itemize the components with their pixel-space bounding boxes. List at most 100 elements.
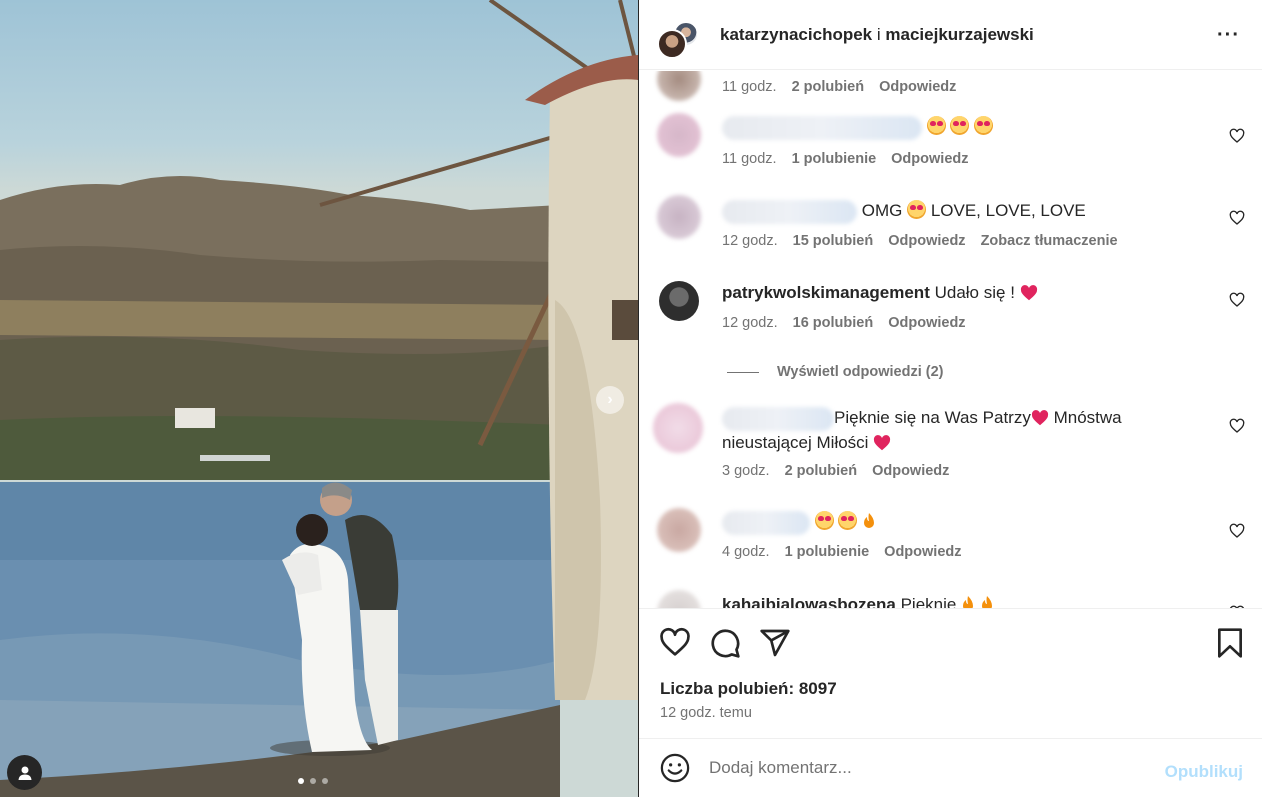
comment-meta: 12 godz. 15 polubień Odpowiedz Zobacz tł… [722,233,1118,249]
comment-body [722,510,1202,535]
comment-username[interactable]: patrykwolskimanagement [722,283,930,302]
comment-time[interactable]: 11 godz. [722,79,777,95]
heart-eyes-emoji-icon [838,511,858,530]
comment-body [722,115,1202,140]
comment-likes[interactable]: 2 polubień [785,463,858,479]
comment-time[interactable]: 12 godz. [722,233,778,249]
comment-time[interactable]: 11 godz. [722,151,777,167]
comment-body: kahaibialowasbozena Pięknie [722,593,1202,608]
fire-emoji-icon [981,596,992,608]
post-timestamp: 12 godz. temu [660,705,752,721]
reply-button[interactable]: Odpowiedz [872,463,949,479]
avatar[interactable] [657,590,701,608]
comment-body: OMG LOVE, LOVE, LOVE [722,199,1202,224]
translate-button[interactable]: Zobacz tłumaczenie [981,233,1118,249]
like-comment-heart-icon[interactable] [1229,128,1245,144]
author-username[interactable]: katarzynacichopek [720,25,872,44]
avatar[interactable] [657,195,701,239]
comment-text-continued: Mnóstwa [1053,408,1122,427]
blurred-username[interactable] [722,510,810,535]
carousel-indicator [298,778,328,784]
blurred-username[interactable] [722,406,834,431]
comments-list[interactable]: 11 godz. 2 polubień Odpowiedz 11 godz. 1… [639,71,1262,608]
reply-button[interactable]: Odpowiedz [888,315,965,331]
user-tag-icon [18,766,31,780]
like-comment-heart-icon[interactable] [1229,523,1245,539]
emoji-icon[interactable] [660,753,690,783]
comment-likes[interactable]: 15 polubień [793,233,874,249]
reply-button[interactable]: Odpowiedz [891,151,968,167]
heart-eyes-emoji-icon [926,116,946,135]
avatar[interactable] [657,113,701,157]
like-comment-heart-icon[interactable] [1229,210,1245,226]
comment-text-continued: nieustającej Miłości [722,432,869,452]
comment-text: Pięknie [900,595,957,608]
comment-text: Udało się ! [934,283,1015,302]
fire-emoji-icon [864,513,875,528]
heart-emoji-icon [1031,410,1048,426]
comment-time[interactable]: 3 godz. [722,463,770,479]
carousel-next-button[interactable]: › [596,386,624,414]
share-icon[interactable] [759,627,791,659]
post-photo[interactable]: › [0,0,638,797]
comment-meta: 11 godz. 2 polubień Odpowiedz [722,79,956,95]
heart-eyes-emoji-icon [950,116,970,135]
comment-icon[interactable] [709,627,741,659]
carousel-dot [310,778,316,784]
reply-button[interactable]: Odpowiedz [879,79,956,95]
like-comment-heart-icon[interactable] [1229,292,1245,308]
heart-eyes-emoji-icon [907,200,927,219]
heart-emoji-icon [874,434,891,450]
add-comment-bar: Opublikuj [639,738,1262,797]
like-comment-heart-icon[interactable] [1229,418,1245,434]
comment-likes[interactable]: 1 polubienie [785,544,870,560]
comment-time[interactable]: 12 godz. [722,315,778,331]
blurred-username[interactable] [722,199,857,224]
comment-text: OMG [861,201,903,220]
comment-meta: 12 godz. 16 polubień Odpowiedz [722,315,966,331]
chevron-right-icon: › [607,391,613,408]
view-replies-button[interactable]: Wyświetl odpowiedzi (2) [727,364,944,380]
tagged-users-button[interactable] [7,755,42,790]
avatar[interactable] [657,508,701,552]
comment-body: patrykwolskimanagement Udało się ! [722,281,1202,304]
replies-line [727,371,759,373]
avatar[interactable] [659,281,699,321]
windmill-photo-scene [0,0,638,797]
publish-button[interactable]: Opublikuj [1165,762,1243,782]
likes-count[interactable]: Liczba polubień: 8097 [660,679,837,699]
comment-likes[interactable]: 2 polubień [792,79,865,95]
avatar[interactable] [653,403,703,453]
comment-likes[interactable]: 16 polubień [793,315,874,331]
reply-button[interactable]: Odpowiedz [888,233,965,249]
comment-body: Pięknie się na Was Patrzy Mnóstwa nieust… [722,406,1202,454]
carousel-dot [322,778,328,784]
comment-likes[interactable]: 1 polubienie [792,151,877,167]
comment-input[interactable] [709,758,1129,778]
post-actions: Liczba polubień: 8097 12 godz. temu [639,608,1262,738]
avatar[interactable] [657,71,701,101]
heart-eyes-emoji-icon [814,511,834,530]
more-options-button[interactable]: ··· [1217,24,1240,47]
carousel-dot-active [298,778,304,784]
collab-avatars[interactable] [657,11,705,59]
avatar [657,28,687,59]
comment-meta: 11 godz. 1 polubienie Odpowiedz [722,151,969,167]
view-replies-label: Wyświetl odpowiedzi (2) [777,364,944,380]
comment-text-continued: LOVE, LOVE, LOVE [930,201,1086,220]
bookmark-icon[interactable] [1214,627,1246,659]
coauthor-username[interactable]: maciejkurzajewski [885,25,1033,44]
comment-username[interactable]: kahaibialowasbozena [722,595,896,608]
post-authors: katarzynacichopek i maciejkurzajewski [720,25,1034,45]
comment-time[interactable]: 4 godz. [722,544,770,560]
heart-emoji-icon [1020,285,1037,301]
comment-meta: 3 godz. 2 polubień Odpowiedz [722,463,949,479]
comment-text: Pięknie się na Was Patrzy [834,408,1031,427]
post-side-panel: katarzynacichopek i maciejkurzajewski ··… [639,0,1262,797]
reply-button[interactable]: Odpowiedz [884,544,961,560]
heart-eyes-emoji-icon [974,116,994,135]
post-header: katarzynacichopek i maciejkurzajewski ··… [639,0,1262,70]
blurred-username[interactable] [722,115,922,140]
heart-icon[interactable] [659,627,691,659]
authors-conjunction: i [876,24,881,44]
